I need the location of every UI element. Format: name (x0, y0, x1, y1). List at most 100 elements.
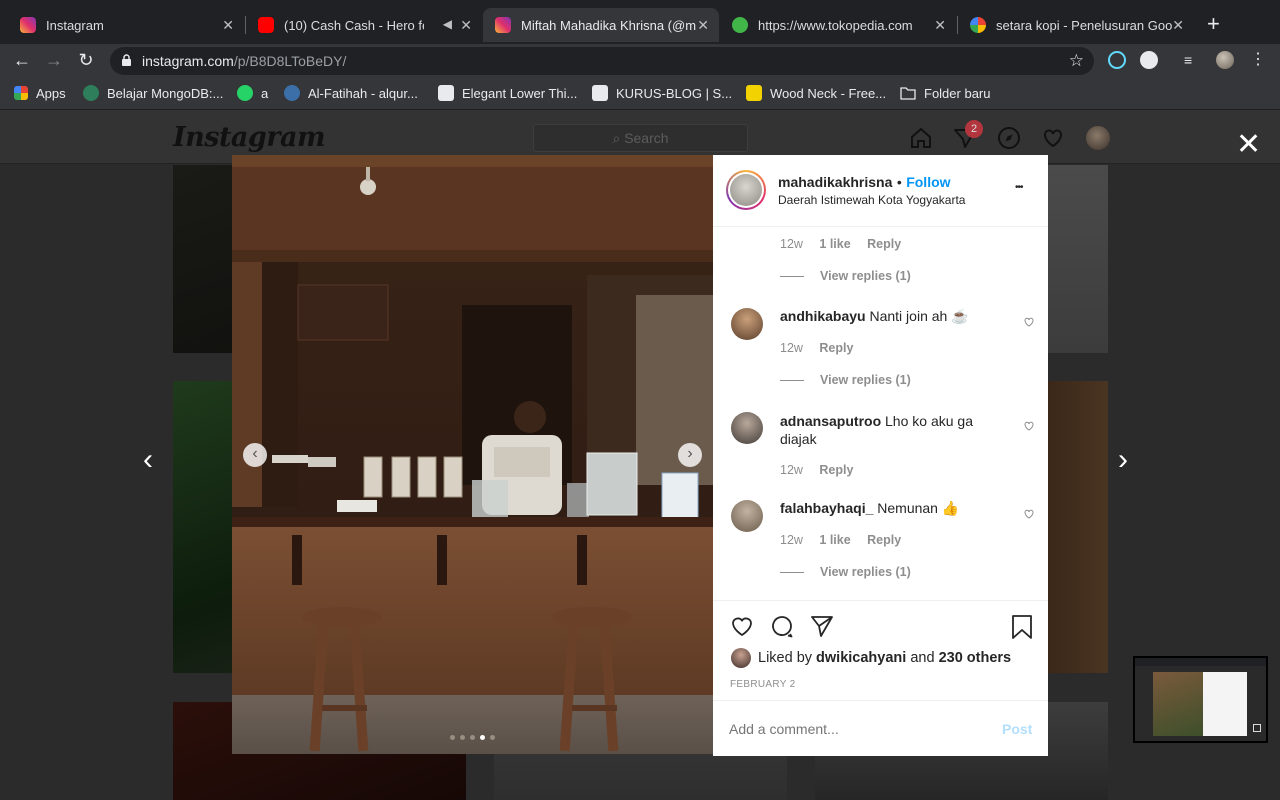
commenter-avatar[interactable] (731, 308, 763, 340)
post-actions: Liked by dwikicahyani and 230 others FEB… (713, 600, 1048, 700)
comment-reply-button[interactable]: Reply (867, 533, 901, 547)
post-header: mahadikakhrisna • Follow Daerah Istimewa… (713, 155, 1048, 227)
browser-toolbar: ← → ↻ instagram.com/p/B8D8LToBeDY/ ☆ ≡ ⋮ (0, 44, 1280, 76)
previous-post-arrow-icon[interactable]: ‹ (143, 445, 153, 475)
bookmark-apps[interactable]: Apps (14, 84, 66, 102)
instagram-logo[interactable]: Instagram (173, 122, 326, 153)
follow-button[interactable]: Follow (906, 174, 950, 190)
post-location[interactable]: Daerah Istimewah Kota Yogyakarta (778, 193, 965, 207)
comment-username[interactable]: falahbayhaqi_ (780, 500, 873, 516)
liked-by-others[interactable]: 230 others (939, 650, 1012, 666)
carousel-dot (460, 735, 465, 740)
address-bar[interactable]: instagram.com/p/B8D8LToBeDY/ ☆ (110, 47, 1094, 75)
media-controls-icon[interactable]: ≡ (1184, 51, 1202, 69)
url-text: instagram.com/p/B8D8LToBeDY/ (142, 53, 346, 69)
forward-button[interactable]: → (42, 48, 66, 72)
view-replies-label: View replies (1) (820, 269, 911, 283)
comment-bubble-icon[interactable] (770, 614, 794, 638)
comment-reply-button[interactable]: Reply (819, 463, 853, 477)
extension-icon[interactable] (1140, 51, 1158, 69)
menu-icon[interactable]: ⋮ (1250, 51, 1266, 69)
reload-button[interactable]: ↻ (74, 48, 98, 72)
close-tab-icon[interactable]: ✕ (697, 17, 709, 34)
bookmark-folder-baru[interactable]: Folder baru (900, 84, 990, 102)
bookmark-label: Wood Neck - Free... (770, 85, 887, 101)
liked-by-user[interactable]: dwikicahyani (816, 650, 906, 666)
comment-age: 12w (780, 237, 803, 251)
liked-by-summary: Liked by dwikicahyani and 230 others (758, 650, 1011, 666)
commenter-avatar[interactable] (731, 500, 763, 532)
tab-tokopedia[interactable]: https://www.tokopedia.com ✕ (720, 8, 956, 42)
comment-reply-button[interactable]: Reply (819, 341, 853, 355)
post-date[interactable]: FEBRUARY 2 (730, 679, 795, 690)
comment-username[interactable]: andhikabayu (780, 308, 866, 324)
speaker-icon[interactable]: ◀︎ (443, 17, 452, 31)
new-tab-button[interactable]: + (1207, 13, 1220, 35)
post-photo[interactable]: ‹ › (232, 155, 713, 754)
liked-by-avatar[interactable] (731, 648, 751, 668)
comment-meta: 12w 1 like Reply (780, 531, 901, 549)
like-heart-icon[interactable] (730, 614, 754, 638)
post-comment-button[interactable]: Post (1002, 721, 1032, 737)
profile-avatar[interactable] (1216, 51, 1234, 69)
window-preview-thumbnail[interactable] (1133, 656, 1268, 743)
comment-like-heart-icon[interactable] (1023, 316, 1035, 328)
bookmark-label: Elegant Lower Thi... (462, 85, 578, 101)
add-comment-input[interactable] (729, 719, 979, 739)
close-tab-icon[interactable]: ✕ (934, 17, 946, 34)
close-tab-icon[interactable]: ✕ (460, 17, 472, 34)
comment-like-heart-icon[interactable] (1023, 508, 1035, 520)
search-input[interactable]: ⌕ Search (533, 124, 748, 152)
whatsapp-icon (237, 85, 253, 101)
home-icon[interactable] (909, 126, 933, 150)
share-paper-plane-icon[interactable] (810, 614, 834, 638)
grid-post-image[interactable] (1048, 165, 1108, 353)
activity-heart-icon[interactable] (1041, 126, 1065, 150)
tab-instagram-post[interactable]: Miftah Mahadika Khrisna (@ma ✕ (483, 8, 719, 42)
more-options-icon[interactable]: ••• (1015, 182, 1023, 193)
next-post-arrow-icon[interactable]: › (1118, 445, 1128, 475)
author-avatar[interactable] (726, 170, 766, 210)
comment-likes[interactable]: 1 like (819, 533, 850, 547)
bookmark-whatsapp[interactable]: a (237, 84, 268, 102)
tab-instagram[interactable]: Instagram ✕ (8, 8, 244, 42)
bookmark-star-icon[interactable]: ☆ (1069, 51, 1084, 71)
bookmark-wood-neck[interactable]: Wood Neck - Free... (746, 84, 886, 102)
save-bookmark-icon[interactable] (1010, 614, 1034, 640)
comment-like-heart-icon[interactable] (1023, 420, 1035, 432)
view-replies-label: View replies (1) (820, 565, 911, 579)
react-devtools-icon[interactable] (1108, 51, 1126, 69)
comment-age: 12w (780, 341, 803, 355)
comment-likes[interactable]: 1 like (819, 237, 850, 251)
tab-title: (10) Cash Cash - Hero feat (284, 17, 424, 33)
comment-age: 12w (780, 463, 803, 477)
comment-text: Nanti join ah ☕ (869, 308, 969, 324)
tab-google-search[interactable]: setara kopi - Penelusuran Goo ✕ (958, 8, 1194, 42)
explore-compass-icon[interactable] (997, 126, 1021, 150)
view-replies-label: View replies (1) (820, 373, 911, 387)
back-button[interactable]: ← (10, 48, 34, 72)
bookmark-kurus-blog[interactable]: KURUS-BLOG | S... (592, 84, 732, 102)
grid-post-image[interactable] (1048, 381, 1108, 673)
view-replies-button[interactable]: View replies (1) (780, 373, 911, 387)
comment-username[interactable]: adnansaputroo (780, 413, 881, 429)
profile-avatar[interactable] (1086, 126, 1110, 150)
carousel-next-button[interactable]: › (678, 443, 702, 467)
close-tab-icon[interactable]: ✕ (222, 17, 234, 34)
carousel-dot-active (480, 735, 485, 740)
bookmark-mongodb[interactable]: Belajar MongoDB:... (83, 84, 223, 102)
carousel-dot (490, 735, 495, 740)
bookmark-alfatihah[interactable]: Al-Fatihah - alqur... (284, 84, 418, 102)
tokopedia-favicon-icon (732, 17, 748, 33)
tab-youtube[interactable]: (10) Cash Cash - Hero feat ◀︎ ✕ (246, 8, 482, 42)
close-tab-icon[interactable]: ✕ (1172, 17, 1184, 34)
bookmark-elegant[interactable]: Elegant Lower Thi... (438, 84, 577, 102)
carousel-prev-button[interactable]: ‹ (243, 443, 267, 467)
view-replies-button[interactable]: View replies (1) (780, 565, 911, 579)
url-path: /p/B8D8LToBeDY/ (233, 53, 347, 69)
commenter-avatar[interactable] (731, 412, 763, 444)
author-username[interactable]: mahadikakhrisna (778, 174, 892, 190)
comment-reply-button[interactable]: Reply (867, 237, 901, 251)
close-modal-icon[interactable]: ✕ (1236, 130, 1261, 160)
view-replies-button[interactable]: View replies (1) (780, 269, 911, 283)
